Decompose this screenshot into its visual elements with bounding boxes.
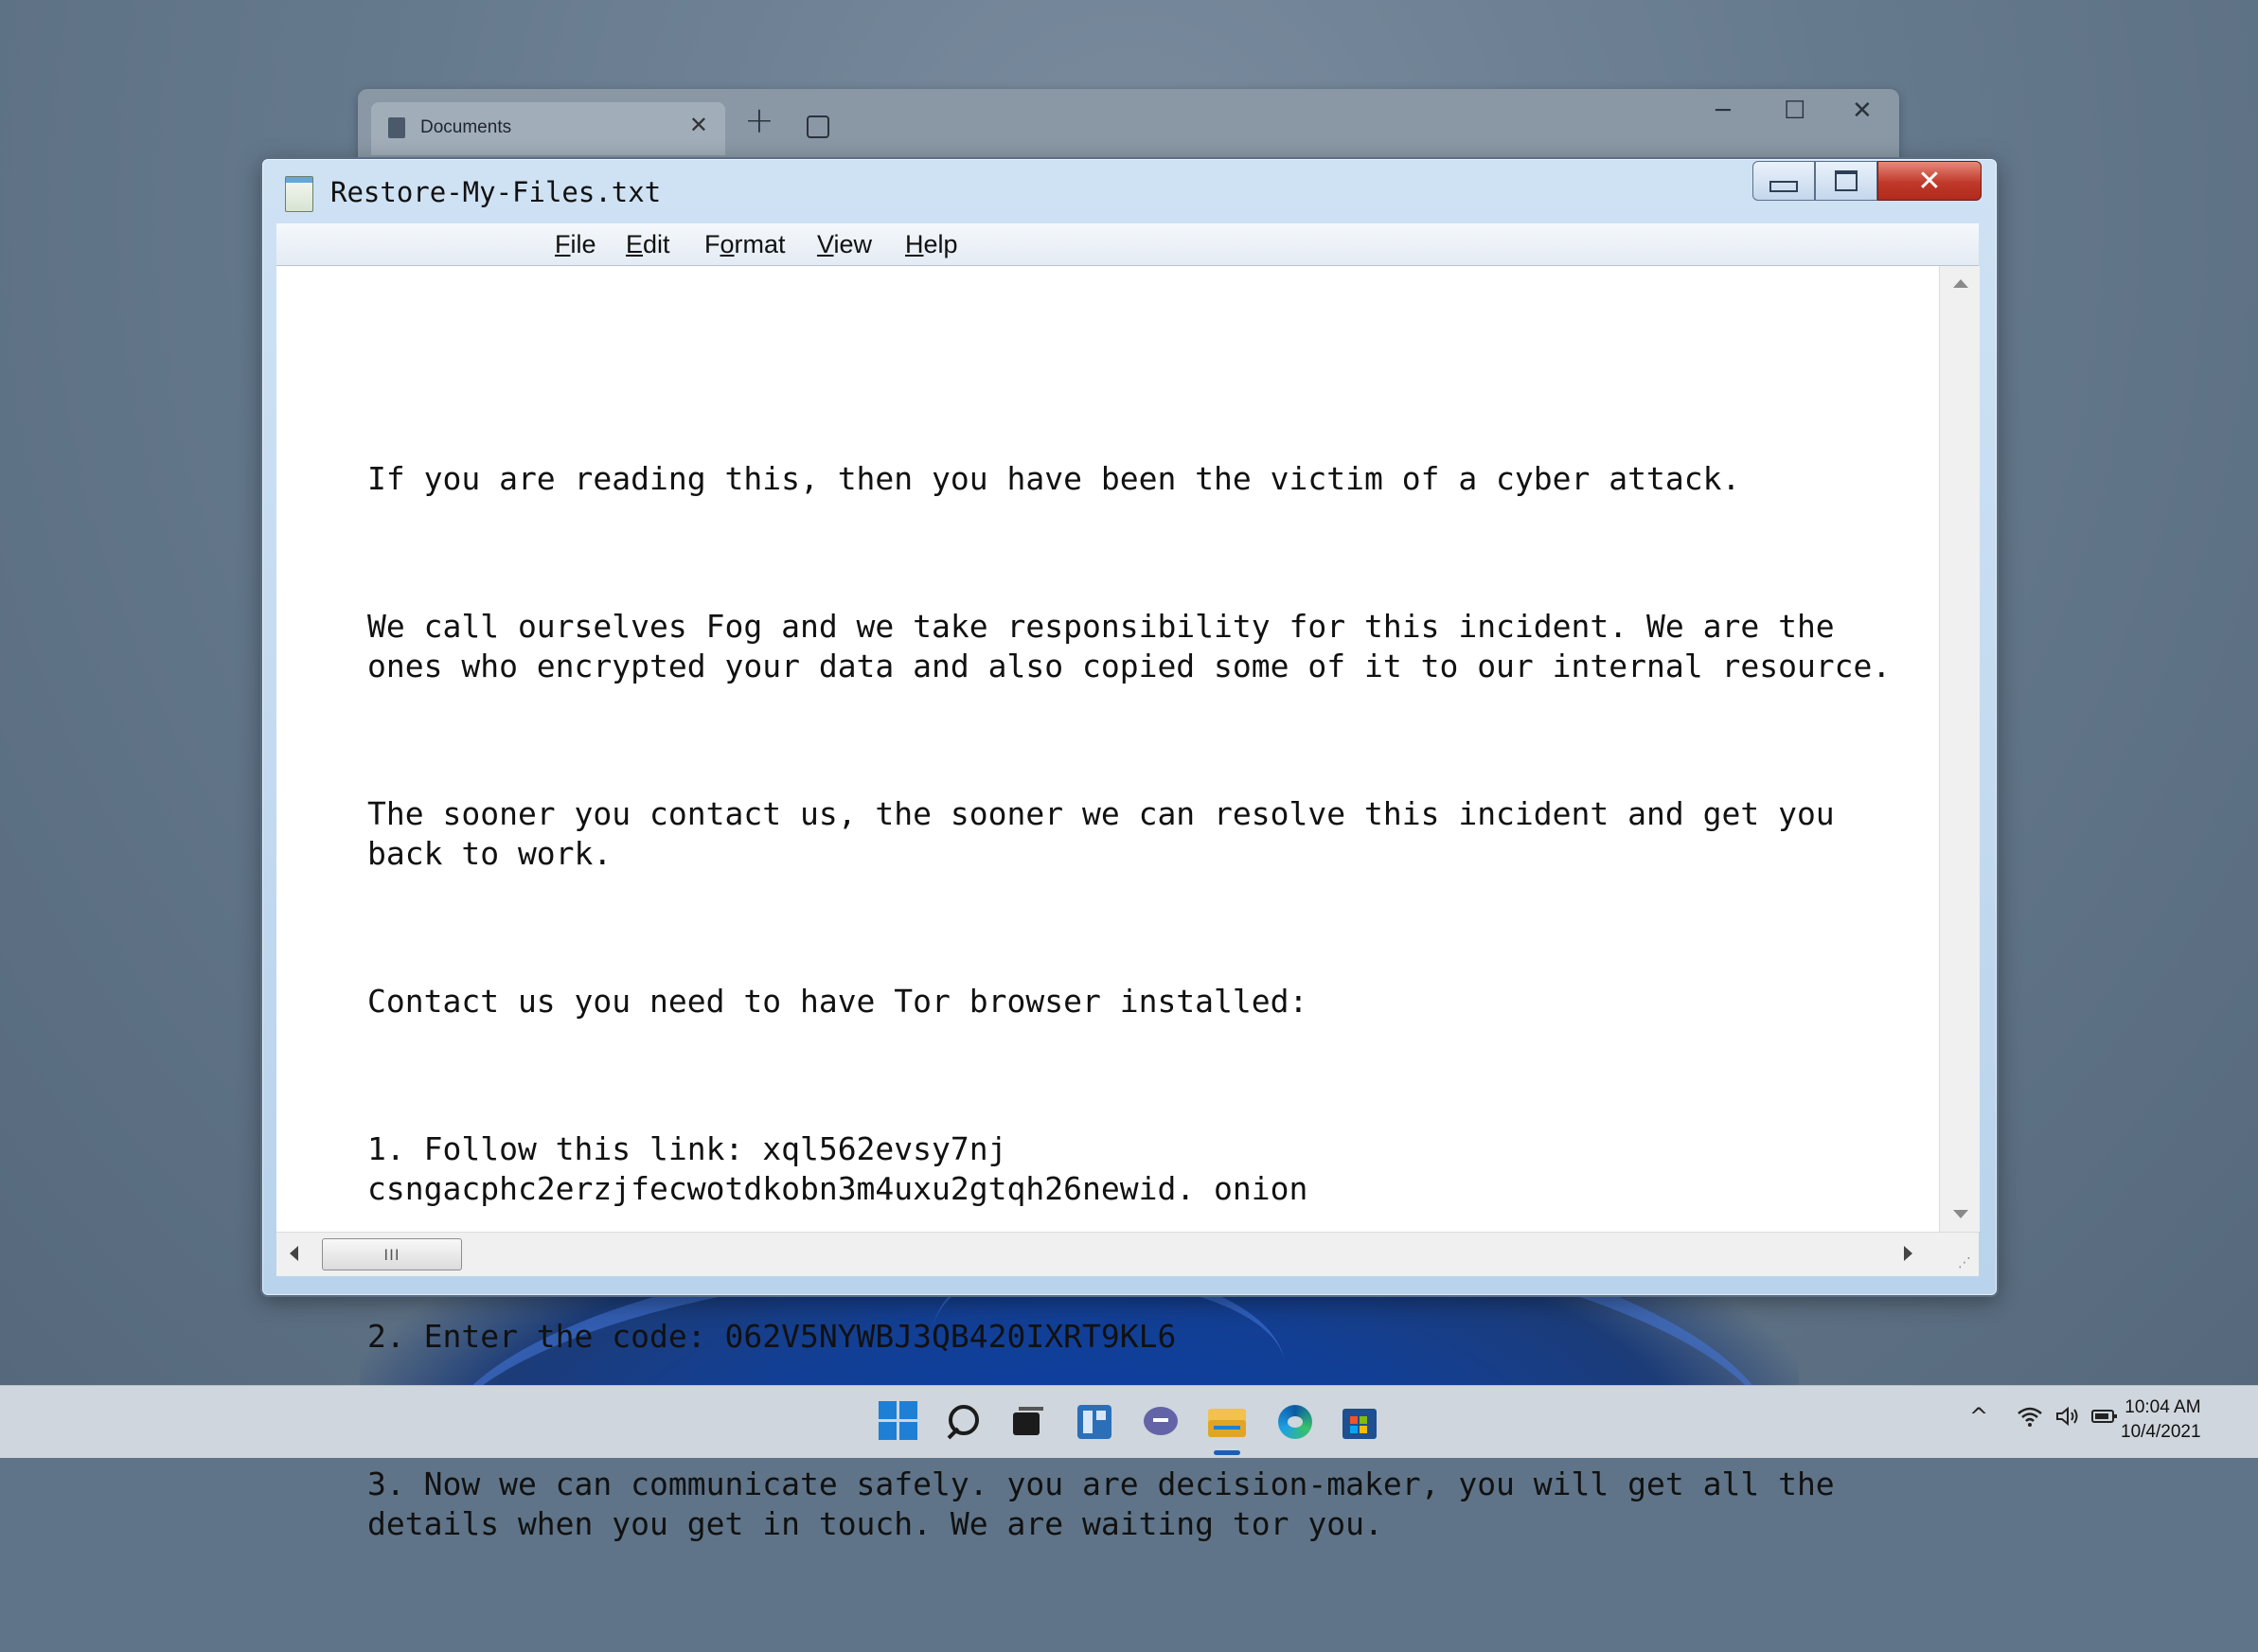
notepad-window[interactable]: Restore-My-Files.txt ✕ File Edit Format … [260, 157, 1999, 1542]
paragraph: We call ourselves Fog and we take respon… [367, 608, 1892, 684]
notepad-icon [285, 176, 313, 212]
scroll-down-icon[interactable] [1953, 1210, 1968, 1218]
paragraph: Contact us you need to have Tor browser … [367, 983, 1308, 1020]
paragraph: The sooner you contact us, the sooner we… [367, 795, 1854, 872]
window-controls: ✕ [1752, 161, 1982, 203]
clock-date: 10/4/2021 [2121, 1422, 2201, 1442]
scroll-up-icon[interactable] [1953, 279, 1968, 288]
menu-help-mnemonic: H [905, 230, 924, 258]
paragraph: If you are reading this, then you have b… [367, 460, 1741, 497]
document-text: If you are reading this, then you have b… [367, 380, 1920, 1652]
battery-icon[interactable] [2090, 1405, 2119, 1433]
taskbar: ^ 10:04 AM 10/4/2021 [0, 1385, 2258, 1458]
explorer-minimize-button[interactable]: ─ [1716, 97, 1731, 125]
menu-view[interactable]: View [817, 230, 872, 259]
explorer-tab-label: Documents [420, 117, 512, 137]
paragraph: 2. Enter the code: 062V5NYWBJ3QB420IXRT9… [367, 1318, 1177, 1355]
scroll-right-icon[interactable] [1904, 1246, 1912, 1261]
minimize-icon [1769, 181, 1798, 192]
horizontal-scroll-thumb[interactable]: III [322, 1238, 462, 1270]
edge-browser-icon[interactable] [1274, 1401, 1316, 1443]
scroll-thumb-grip: III [383, 1245, 400, 1264]
menu-view-rest: iew [833, 230, 873, 258]
menu-help-rest: elp [923, 230, 958, 258]
menu-edit-mnemonic: E [626, 230, 644, 258]
menu-format[interactable]: Format [704, 230, 786, 259]
explorer-maximize-button[interactable]: ☐ [1784, 97, 1805, 125]
close-button[interactable]: ✕ [1877, 161, 1982, 201]
maximize-icon [1835, 170, 1858, 191]
explorer-tab-documents[interactable]: Documents ✕ [371, 102, 725, 155]
menu-view-mnemonic: V [817, 230, 834, 258]
menu-help[interactable]: Help [905, 230, 958, 259]
menu-format-mnemonic: o [720, 230, 735, 258]
search-icon[interactable] [943, 1401, 985, 1443]
widgets-icon[interactable] [1074, 1401, 1115, 1443]
folder-icon [388, 117, 405, 138]
paragraph: 3. Now we can communicate safely. you ar… [367, 1465, 1854, 1542]
duplicate-tab-icon[interactable] [807, 115, 829, 138]
clock-time: 10:04 AM [2125, 1397, 2201, 1417]
explorer-close-button[interactable]: ✕ [1852, 97, 1873, 125]
window-title: Restore-My-Files.txt [330, 176, 662, 208]
menu-file[interactable]: File [555, 230, 596, 259]
active-app-indicator [1214, 1450, 1240, 1455]
scroll-left-icon[interactable] [290, 1246, 298, 1261]
wifi-icon[interactable] [2017, 1405, 2043, 1433]
vertical-scrollbar[interactable] [1939, 266, 1980, 1232]
horizontal-scrollbar[interactable]: III ⋰ [276, 1232, 1979, 1276]
menu-format-pre: F [704, 230, 720, 258]
close-icon: ✕ [1917, 164, 1942, 198]
file-explorer-icon[interactable] [1206, 1401, 1248, 1443]
volume-icon[interactable] [2054, 1405, 2081, 1433]
menu-file-rest: ile [570, 230, 596, 258]
paragraph: 1. Follow this link: xql562evsy7nj csnga… [367, 1130, 1308, 1207]
chat-icon[interactable] [1140, 1401, 1182, 1443]
menu-edit-rest: dit [643, 230, 670, 258]
store-icon[interactable] [1339, 1401, 1380, 1443]
task-view-icon[interactable] [1005, 1401, 1047, 1443]
text-editor-area[interactable]: If you are reading this, then you have b… [276, 266, 1939, 1542]
menu-bar: File Edit Format View Help [276, 223, 1979, 266]
resize-grip-icon[interactable]: ⋰ [1958, 1255, 1971, 1270]
windows-start-icon[interactable] [879, 1401, 920, 1443]
menu-format-rest: rmat [734, 230, 786, 258]
system-clock[interactable]: 10:04 AM 10/4/2021 [2121, 1395, 2201, 1445]
maximize-button[interactable] [1815, 161, 1877, 201]
minimize-button[interactable] [1752, 161, 1815, 201]
tray-chevron-icon[interactable]: ^ [1969, 1403, 1988, 1430]
close-tab-icon[interactable]: ✕ [689, 112, 708, 138]
menu-file-mnemonic: F [555, 230, 571, 258]
new-tab-button[interactable]: + [744, 102, 774, 138]
menu-edit[interactable]: Edit [626, 230, 670, 259]
